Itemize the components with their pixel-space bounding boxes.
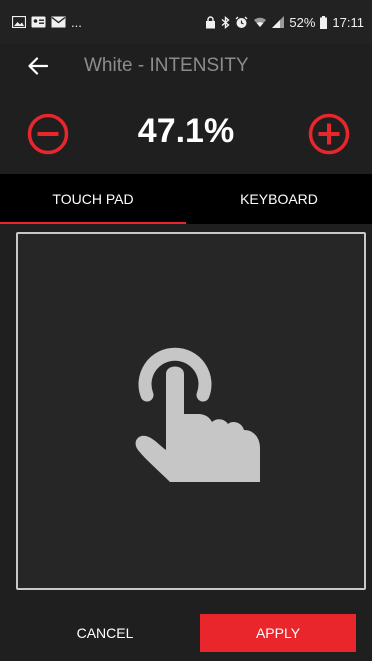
touch-pad-area[interactable] bbox=[16, 232, 366, 590]
tab-keyboard[interactable]: KEYBOARD bbox=[186, 174, 372, 224]
app-bar: White - INTENSITY bbox=[0, 44, 372, 88]
signal-icon bbox=[272, 16, 285, 28]
clock: 17:11 bbox=[332, 14, 364, 30]
cancel-button[interactable]: CANCEL bbox=[20, 614, 190, 652]
battery-icon bbox=[320, 15, 328, 29]
lock-icon bbox=[206, 15, 216, 28]
page-title: White - INTENSITY bbox=[84, 55, 249, 76]
mail-icon bbox=[51, 16, 66, 28]
status-right: 52% 17:11 bbox=[205, 14, 364, 30]
apply-button[interactable]: APPLY bbox=[200, 614, 356, 652]
arrow-left-icon bbox=[28, 57, 48, 75]
value-control: 47.1% bbox=[0, 104, 372, 164]
bluetooth-icon bbox=[221, 15, 230, 29]
battery-percent: 52% bbox=[289, 14, 316, 30]
wifi-icon bbox=[254, 17, 267, 27]
alarm-icon bbox=[235, 16, 248, 28]
plus-circle-icon bbox=[308, 113, 350, 155]
contact-card-icon bbox=[31, 16, 46, 28]
touch-gesture-icon bbox=[135, 347, 260, 482]
action-bar: CANCEL APPLY bbox=[0, 604, 372, 661]
tab-touch-pad[interactable]: TOUCH PAD bbox=[0, 174, 186, 224]
back-button[interactable] bbox=[20, 48, 56, 84]
status-left: ... bbox=[12, 16, 82, 29]
image-icon bbox=[12, 16, 26, 28]
increase-button[interactable] bbox=[308, 113, 350, 155]
input-mode-tabs: TOUCH PAD KEYBOARD bbox=[0, 174, 372, 224]
notification-overflow: ... bbox=[71, 14, 82, 30]
status-bar: ... 52% 17:11 bbox=[0, 0, 372, 44]
